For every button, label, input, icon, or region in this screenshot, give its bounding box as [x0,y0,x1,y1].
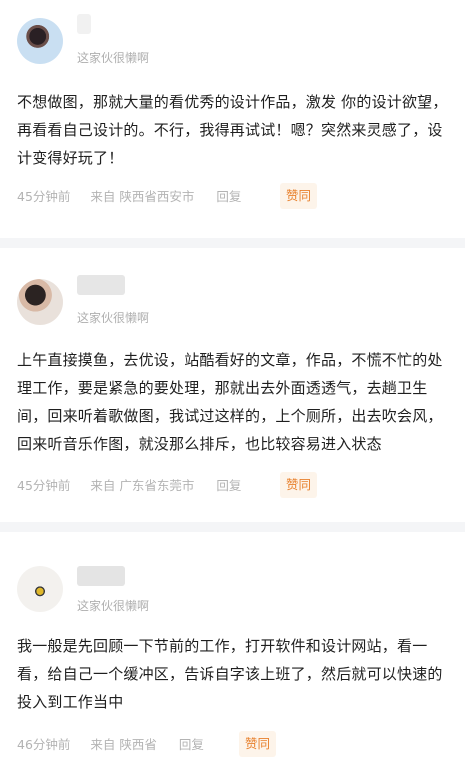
username-blurred[interactable] [77,566,125,586]
like-button[interactable]: 赞同 [280,472,318,498]
user-signature: 这家伙很懒啊 [77,599,150,613]
divider [0,522,465,532]
comment-time: 45分钟前 [17,188,71,204]
avatar[interactable] [17,566,63,612]
username-blurred[interactable] [77,275,125,295]
comment-text: 上午直接摸鱼，去优设，站酷看好的文章，作品，不慌不忙的处理工作，要是紧急的要处理… [17,351,443,453]
comment-card: 这家伙很懒啊 我一般是先回顾一下节前的工作，打开软件和设计网站，看一看，给自己一… [0,532,465,772]
avatar[interactable] [17,18,63,64]
comment-card: 这家伙很懒啊 不想做图，那就大量的看优秀的设计作品，激发 你的设计欲望，再看看自… [0,0,465,238]
username-blurred[interactable] [77,14,91,34]
reply-button[interactable]: 回复 [179,736,204,754]
user-signature: 这家伙很懒啊 [77,51,150,65]
comment-card: 这家伙很懒啊 上午直接摸鱼，去优设，站酷看好的文章，作品，不慌不忙的处理工作，要… [0,248,465,522]
avatar[interactable] [17,279,63,325]
comment-text: 我一般是先回顾一下节前的工作，打开软件和设计网站，看一看，给自己一个缓冲区，告诉… [17,637,443,711]
like-button[interactable]: 赞同 [239,731,277,757]
comment-meta: 45分钟前 来自 陕西省西安市 回复 [17,187,241,205]
like-button[interactable]: 赞同 [280,183,318,209]
user-signature: 这家伙很懒啊 [77,311,150,325]
divider [0,238,465,248]
comment-location: 来自 陕西省 [90,736,157,752]
comment-meta: 45分钟前 来自 广东省东莞市 回复 [17,476,241,494]
comment-location: 来自 广东省东莞市 [90,477,195,493]
comment-text: 不想做图，那就大量的看优秀的设计作品，激发 你的设计欲望，再看看自己设计的。不行… [17,93,448,167]
comment-location: 来自 陕西省西安市 [90,188,195,204]
comment-time: 45分钟前 [17,477,71,493]
comment-time: 46分钟前 [17,736,71,752]
comment-meta: 46分钟前 来自 陕西省 回复 [17,735,204,753]
reply-button[interactable]: 回复 [216,188,241,206]
reply-button[interactable]: 回复 [216,477,241,495]
